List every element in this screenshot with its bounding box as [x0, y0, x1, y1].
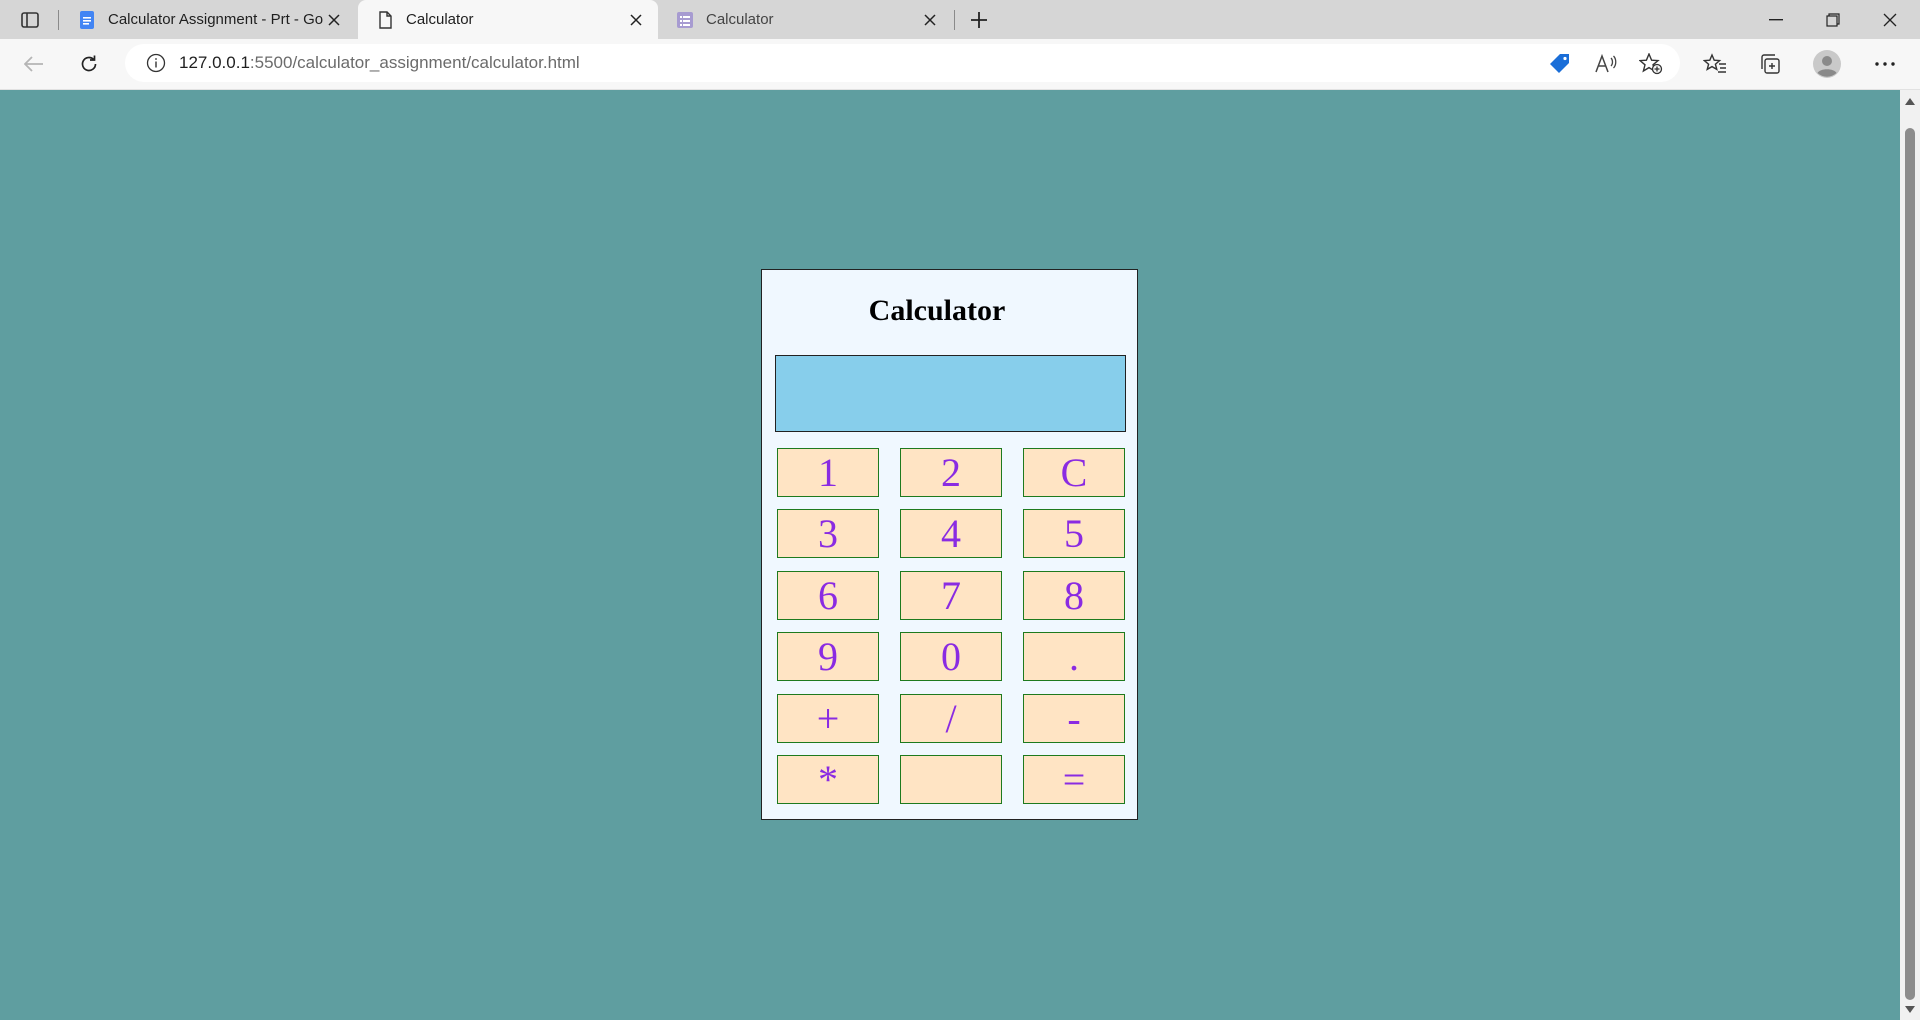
tab-actions-icon[interactable] [17, 7, 43, 33]
close-tab-icon[interactable] [324, 10, 344, 30]
key-0-button[interactable]: 0 [900, 632, 1002, 681]
tab-title: Calculator [406, 11, 474, 28]
tab-title: Calculator Assignment - Prt - Go [108, 11, 324, 28]
key-minus-button[interactable]: - [1023, 694, 1125, 743]
google-docs-icon [78, 10, 96, 29]
tab-calculator-form[interactable]: Calculator [658, 0, 952, 39]
calculator-display [775, 355, 1126, 432]
new-tab-icon[interactable] [964, 7, 994, 33]
key-2-button[interactable]: 2 [900, 448, 1002, 497]
url-host: 127.0.0.1 [179, 53, 250, 72]
vertical-scrollbar[interactable] [1900, 90, 1920, 1020]
site-info-icon[interactable] [146, 53, 166, 73]
shopping-tag-icon[interactable] [1544, 48, 1576, 80]
forms-icon [676, 11, 694, 29]
url-path: :5500/calculator_assignment/calculator.h… [249, 53, 580, 72]
tab-separator [954, 10, 955, 30]
add-favorite-icon[interactable] [1635, 48, 1667, 80]
favorites-icon[interactable] [1699, 48, 1731, 80]
key-1-button[interactable]: 1 [777, 448, 879, 497]
key-decimal-button[interactable]: . [1023, 632, 1125, 681]
key-5-button[interactable]: 5 [1023, 509, 1125, 558]
key-divide-button[interactable]: / [900, 694, 1002, 743]
key-plus-button[interactable]: + [777, 694, 879, 743]
tab-bar: Calculator Assignment - Prt - Go Calcula… [0, 0, 1920, 39]
close-tab-icon[interactable] [920, 10, 940, 30]
key-7-button[interactable]: 7 [900, 571, 1002, 620]
scroll-up-arrow-icon[interactable] [1905, 96, 1915, 106]
restore-icon[interactable] [1805, 0, 1861, 39]
key-clear-button[interactable]: C [1023, 448, 1125, 497]
tab-google-docs[interactable]: Calculator Assignment - Prt - Go [60, 0, 356, 39]
tab-separator [58, 10, 59, 30]
back-arrow-icon[interactable] [18, 48, 50, 80]
key-equals-button[interactable]: = [1023, 755, 1125, 804]
collections-icon[interactable] [1754, 48, 1786, 80]
scrollbar-thumb[interactable] [1905, 128, 1915, 1000]
more-options-icon[interactable] [1869, 48, 1901, 80]
close-tab-icon[interactable] [626, 10, 646, 30]
page-viewport: Calculator 1 2 C 3 4 5 6 7 8 9 0. + / - * = [0, 90, 1900, 1020]
page-icon [376, 10, 394, 29]
key-6-button[interactable]: 6 [777, 571, 879, 620]
reload-icon[interactable] [73, 48, 105, 80]
tab-title: Calculator [706, 11, 774, 28]
profile-avatar-icon[interactable] [1811, 48, 1843, 80]
calculator: Calculator 1 2 C 3 4 5 6 7 8 9 0. + / - * = [761, 269, 1138, 820]
key-4-button[interactable]: 4 [900, 509, 1002, 558]
key-multiply-button[interactable]: * [777, 755, 879, 804]
tab-calculator-active[interactable]: Calculator [358, 0, 658, 39]
browser-toolbar: 127.0.0.1:5500/calculator_assignment/cal… [0, 39, 1920, 90]
calculator-title: Calculator [868, 294, 1006, 327]
address-bar[interactable]: 127.0.0.1:5500/calculator_assignment/cal… [125, 44, 1680, 82]
key-3-button[interactable]: 3 [777, 509, 879, 558]
key-blank-16-button[interactable] [900, 755, 1002, 804]
key-9-button[interactable]: 9 [777, 632, 879, 681]
scroll-down-arrow-icon[interactable] [1905, 1004, 1915, 1014]
key-8-button[interactable]: 8 [1023, 571, 1125, 620]
url-text: 127.0.0.1:5500/calculator_assignment/cal… [179, 53, 580, 73]
close-window-icon[interactable] [1862, 0, 1918, 39]
read-aloud-icon[interactable] [1590, 48, 1622, 80]
minimize-icon[interactable] [1748, 0, 1804, 39]
